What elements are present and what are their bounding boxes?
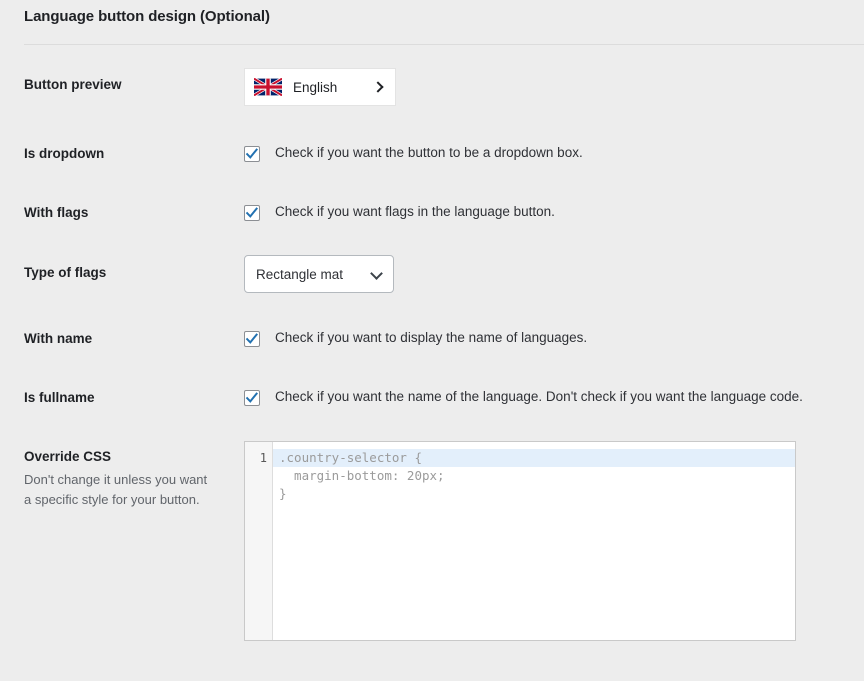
- language-button-design-panel: Language button design (Optional) Button…: [0, 0, 864, 681]
- row-label-button-preview: Button preview: [24, 77, 122, 92]
- is-fullname-field: Check if you want the name of the langua…: [244, 389, 803, 406]
- code-editor-text-area[interactable]: .country-selector { margin-bottom: 20px;…: [273, 442, 795, 640]
- override-css-help-line-1: Don't change it unless you want: [24, 472, 208, 488]
- row-label-with-name: With name: [24, 331, 93, 346]
- is-fullname-checkbox[interactable]: [244, 390, 260, 406]
- with-flags-description: Check if you want flags in the language …: [275, 204, 555, 219]
- with-flags-checkbox-row[interactable]: Check if you want flags in the language …: [244, 204, 555, 221]
- type-of-flags-selected-value: Rectangle mat: [256, 266, 344, 282]
- button-preview-field: English: [244, 68, 396, 106]
- with-flags-checkbox[interactable]: [244, 205, 260, 221]
- override-css-field: 1 .country-selector { margin-bottom: 20p…: [244, 441, 796, 641]
- language-preview-label: English: [293, 79, 338, 95]
- is-dropdown-checkbox-row[interactable]: Check if you want the button to be a dro…: [244, 145, 583, 162]
- type-of-flags-select[interactable]: Rectangle mat: [244, 255, 394, 293]
- override-css-label-text: Override CSS: [24, 449, 112, 464]
- section-divider: [24, 44, 864, 45]
- with-flags-field: Check if you want flags in the language …: [244, 204, 555, 221]
- is-dropdown-field: Check if you want the button to be a dro…: [244, 145, 583, 162]
- is-dropdown-checkbox[interactable]: [244, 146, 260, 162]
- chevron-down-icon: [371, 268, 383, 280]
- is-fullname-checkbox-row[interactable]: Check if you want the name of the langua…: [244, 389, 803, 406]
- with-name-checkbox[interactable]: [244, 331, 260, 347]
- united-kingdom-flag-icon: [254, 78, 282, 96]
- with-name-field: Check if you want to display the name of…: [244, 330, 587, 347]
- type-of-flags-field: Rectangle mat: [244, 255, 394, 293]
- checkmark-icon: [245, 333, 259, 344]
- is-fullname-description: Check if you want the name of the langua…: [275, 389, 803, 404]
- row-label-with-flags: With flags: [24, 205, 89, 220]
- checkmark-icon: [245, 392, 259, 403]
- css-code-editor[interactable]: 1 .country-selector { margin-bottom: 20p…: [244, 441, 796, 641]
- checkmark-icon: [245, 207, 259, 218]
- checkmark-icon: [245, 148, 259, 159]
- css-code-content[interactable]: .country-selector { margin-bottom: 20px;…: [273, 449, 795, 503]
- is-dropdown-description: Check if you want the button to be a dro…: [275, 145, 583, 160]
- with-name-checkbox-row[interactable]: Check if you want to display the name of…: [244, 330, 587, 347]
- line-number: 1: [259, 451, 267, 465]
- row-label-override-css: Override CSS Don't change it unless you …: [24, 448, 234, 509]
- language-preview-button[interactable]: English: [244, 68, 396, 106]
- code-editor-gutter: 1: [245, 442, 273, 640]
- with-name-description: Check if you want to display the name of…: [275, 330, 588, 345]
- override-css-help-line-2: a specific style for your button.: [24, 491, 200, 507]
- chevron-right-icon: [373, 80, 383, 94]
- row-label-is-fullname: Is fullname: [24, 390, 95, 405]
- row-label-type-of-flags: Type of flags: [24, 265, 107, 280]
- page-title: Language button design (Optional): [24, 8, 270, 25]
- row-label-is-dropdown: Is dropdown: [24, 146, 105, 161]
